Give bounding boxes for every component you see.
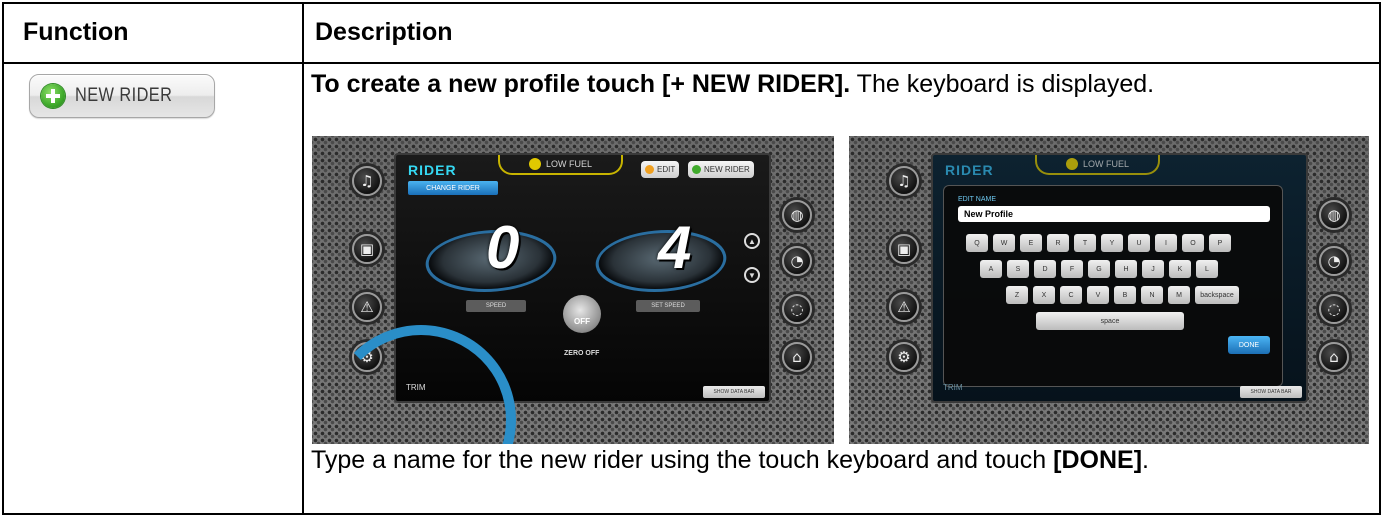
key-q: Q: [966, 234, 988, 252]
low-fuel-indicator: LOW FUEL: [1035, 155, 1160, 175]
edit-label: EDIT: [657, 165, 676, 174]
key-g: G: [1088, 260, 1110, 278]
low-fuel-label: LOW FUEL: [545, 159, 592, 169]
instruction-paragraph-1: To create a new profile touch [+ NEW RID…: [311, 69, 1371, 99]
name-field: New Profile: [958, 206, 1270, 222]
fuel-icon: [528, 158, 541, 170]
rider-title: RIDER: [408, 162, 457, 178]
set-speed-label: SET SPEED: [636, 300, 700, 312]
rider-panel: RIDER LOW FUEL EDIT NAME New Profile QWE…: [931, 153, 1308, 403]
screenshot-keyboard-screen: ♫ ▣ ⚠ ⚙ ◍ ◔ ◌ ⌂ RIDER LOW FUEL EDIT NAME…: [849, 136, 1369, 444]
rider-panel: RIDER LOW FUEL EDIT NEW RIDER CHANGE RID…: [326, 153, 771, 444]
key-d: D: [1034, 260, 1056, 278]
set-speed-value: 4: [658, 214, 692, 281]
rider-title: RIDER: [945, 162, 994, 178]
instruction-paragraph-2: Type a name for the new rider using the …: [311, 445, 1371, 475]
done-bold: [DONE]: [1053, 446, 1143, 474]
instruction-bold: To create a new profile touch [+ NEW RID…: [311, 70, 851, 98]
off-button: OFF: [563, 295, 601, 333]
warning-icon: ⚠: [352, 292, 382, 322]
music-icon: ♫: [889, 166, 919, 196]
show-data-bar-button: SHOW DATA BAR: [703, 386, 765, 398]
key-i: I: [1155, 234, 1177, 252]
new-rider-button[interactable]: NEW RIDER: [29, 74, 215, 118]
key-s: S: [1007, 260, 1029, 278]
trim-label: TRIM: [406, 383, 426, 392]
trim-label: TRIM: [943, 383, 963, 392]
zero-off-logo: ZERO OFF: [564, 350, 600, 357]
low-fuel-indicator: LOW FUEL: [498, 155, 623, 175]
plus-mini-icon: [692, 165, 701, 174]
key-f: F: [1061, 260, 1083, 278]
key-l: L: [1196, 260, 1218, 278]
keyboard-row-1: QWERTYUIOP: [966, 234, 1231, 252]
key-v: V: [1087, 286, 1109, 304]
key-h: H: [1115, 260, 1137, 278]
edit-dot-icon: [645, 165, 654, 174]
key-c: C: [1060, 286, 1082, 304]
edit-name-label: EDIT NAME: [958, 196, 996, 203]
key-backspace: backspace: [1195, 286, 1239, 304]
key-m: M: [1168, 286, 1190, 304]
keyboard-row-2: ASDFGHJKL: [980, 260, 1218, 278]
key-y: Y: [1101, 234, 1123, 252]
key-o: O: [1182, 234, 1204, 252]
key-w: W: [993, 234, 1015, 252]
chevron-up-icon: ▲: [744, 233, 760, 249]
keyboard-row-3: Z X C V B N Mbackspace: [1006, 286, 1239, 304]
gauge-icon: ◔: [1319, 246, 1349, 276]
key-u: U: [1128, 234, 1150, 252]
instruction-rest: The keyboard is displayed.: [850, 70, 1155, 98]
instruction-end: .: [1142, 446, 1149, 474]
engine-icon: ◌: [1319, 294, 1349, 324]
chevron-down-icon: ▼: [744, 267, 760, 283]
speed-value: 0: [486, 214, 520, 281]
header-divider: [4, 62, 1379, 64]
camera-icon: ▣: [889, 234, 919, 264]
key-t: T: [1074, 234, 1096, 252]
gauge-icon: ◔: [782, 246, 812, 276]
low-fuel-label: LOW FUEL: [1082, 159, 1129, 169]
edit-button: EDIT: [641, 161, 680, 178]
engine-icon: ◌: [782, 294, 812, 324]
speed-label: SPEED: [466, 300, 526, 312]
key-b: B: [1114, 286, 1136, 304]
new-rider-mini-label: NEW RIDER: [704, 165, 750, 174]
column-divider: [302, 4, 304, 513]
globe-icon: ◍: [1319, 200, 1349, 230]
camera-icon: ▣: [352, 234, 382, 264]
new-rider-mini-button: NEW RIDER: [688, 161, 754, 178]
key-done: DONE: [1228, 336, 1270, 354]
key-j: J: [1142, 260, 1164, 278]
change-rider-tab: CHANGE RIDER: [408, 181, 498, 195]
key-a: A: [980, 260, 1002, 278]
keyboard-row-4: space: [1036, 312, 1184, 330]
fuel-icon: [1065, 158, 1078, 170]
new-rider-label: NEW RIDER: [75, 85, 173, 106]
key-r: R: [1047, 234, 1069, 252]
key-k: K: [1169, 260, 1191, 278]
header-description: Description: [315, 18, 453, 46]
header-function: Function: [23, 18, 129, 46]
touch-keyboard: EDIT NAME New Profile QWERTYUIOP ASDFGHJ…: [943, 185, 1283, 387]
home-icon: ⌂: [1319, 342, 1349, 372]
instruction-text: Type a name for the new rider using the …: [311, 446, 1054, 474]
show-data-bar-button: SHOW DATA BAR: [1240, 386, 1302, 398]
warning-icon: ⚠: [889, 292, 919, 322]
screenshot-rider-screen: ♫ ▣ ⚠ ⚙ ◍ ◔ ◌ ⌂ RIDER LOW FUEL EDIT NEW …: [312, 136, 834, 444]
home-icon: ⌂: [782, 342, 812, 372]
key-e: E: [1020, 234, 1042, 252]
music-icon: ♫: [352, 166, 382, 196]
key-space: space: [1036, 312, 1184, 330]
key-p: P: [1209, 234, 1231, 252]
plus-circle-icon: [41, 84, 65, 108]
key-x: X: [1033, 286, 1055, 304]
key-n: N: [1141, 286, 1163, 304]
globe-icon: ◍: [782, 200, 812, 230]
keyboard-row-5: DONE: [1228, 336, 1270, 354]
gear-icon: ⚙: [889, 342, 919, 372]
key-z: Z: [1006, 286, 1028, 304]
